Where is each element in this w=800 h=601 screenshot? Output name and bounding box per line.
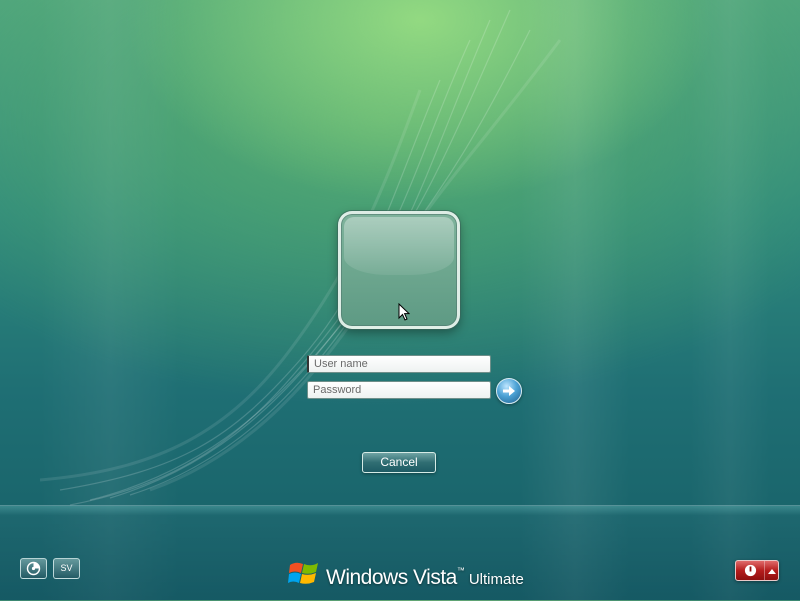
windows-vista-logo: Windows Vista™Ultimate <box>288 558 524 592</box>
ease-of-access-icon <box>26 561 41 576</box>
submit-login-button[interactable] <box>496 378 522 404</box>
user-picture-gloss <box>344 217 454 275</box>
triangle-up-icon <box>768 568 776 574</box>
edition-name: Ultimate <box>468 571 524 588</box>
username-input[interactable] <box>307 355 491 373</box>
mouse-pointer-icon <box>398 303 410 321</box>
arrow-right-icon <box>503 386 515 396</box>
shutdown-options-button[interactable] <box>765 561 779 580</box>
shutdown-button[interactable] <box>736 561 765 580</box>
ease-of-access-button[interactable] <box>20 558 47 579</box>
shutdown-button-group[interactable] <box>735 560 779 581</box>
password-input[interactable] <box>307 381 491 399</box>
cancel-button[interactable]: Cancel <box>362 452 436 473</box>
power-icon <box>744 564 756 577</box>
windows-vista-wordmark: Windows Vista™Ultimate <box>326 566 524 590</box>
input-language-button[interactable]: SV <box>53 558 80 579</box>
product-name: Windows Vista <box>326 566 457 589</box>
trademark-symbol: ™ <box>456 566 465 575</box>
windows-flag-icon <box>288 562 318 584</box>
